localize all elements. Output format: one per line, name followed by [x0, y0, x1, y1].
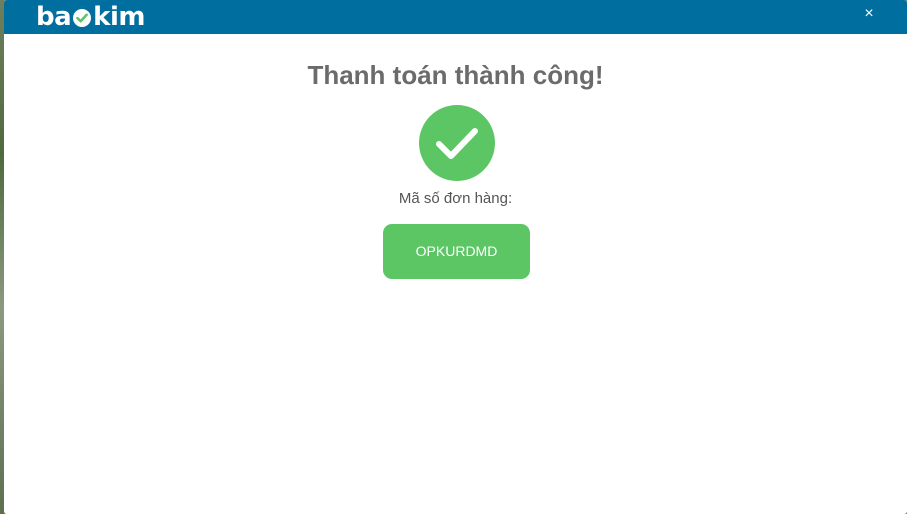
close-icon: ×	[864, 5, 874, 22]
order-number-label: Mã số đơn hàng:	[398, 190, 513, 207]
success-check-icon	[419, 105, 495, 181]
logo-check-mark-icon	[73, 9, 92, 27]
logo-text-left: ba	[36, 2, 72, 32]
logo-text-right: kim	[93, 2, 145, 32]
payment-success-modal: ba kim × Thanh toán thành công! Mã số đơ…	[4, 0, 907, 514]
check-icon	[436, 128, 478, 159]
page-title: Thanh toán thành công!	[307, 60, 604, 90]
modal-header: ba kim ×	[4, 0, 907, 34]
order-code-badge: OPKURDMD	[383, 224, 530, 279]
close-button[interactable]: ×	[859, 4, 879, 24]
baokim-logo: ba kim	[36, 1, 145, 33]
